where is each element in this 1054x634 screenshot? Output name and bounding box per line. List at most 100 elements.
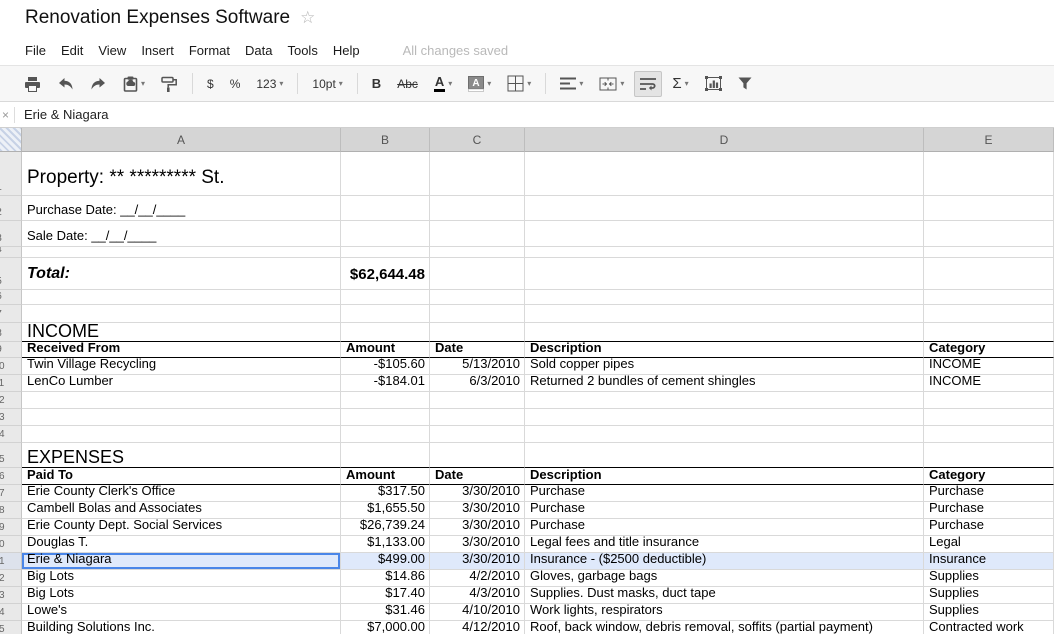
menu-item-data[interactable]: Data xyxy=(245,43,272,58)
cell-C13[interactable] xyxy=(430,409,525,426)
cell-C6[interactable] xyxy=(430,290,525,305)
cell-E11[interactable]: INCOME xyxy=(924,375,1054,392)
chart-button[interactable] xyxy=(699,71,728,97)
select-all-corner[interactable] xyxy=(0,128,22,152)
row-header-4[interactable]: 4 xyxy=(0,247,22,258)
row-header-20[interactable]: 20 xyxy=(0,536,22,553)
cell-E24[interactable]: Supplies xyxy=(924,604,1054,621)
cell-A1[interactable]: Property: ** ********* St. xyxy=(22,152,341,196)
cell-B7[interactable] xyxy=(341,305,430,323)
row-header-9[interactable]: 9 xyxy=(0,342,22,358)
cell-B10[interactable]: -$105.60 xyxy=(341,358,430,375)
cell-D12[interactable] xyxy=(525,392,924,409)
cell-E6[interactable] xyxy=(924,290,1054,305)
cell-B14[interactable] xyxy=(341,426,430,443)
cell-E20[interactable]: Legal xyxy=(924,536,1054,553)
cell-B12[interactable] xyxy=(341,392,430,409)
cell-B17[interactable]: $317.50 xyxy=(341,485,430,502)
cell-D3[interactable] xyxy=(525,221,924,247)
redo-button[interactable] xyxy=(84,71,113,97)
row-header-1[interactable]: 1 xyxy=(0,152,22,196)
cell-D7[interactable] xyxy=(525,305,924,323)
cell-A13[interactable] xyxy=(22,409,341,426)
cell-A8[interactable]: INCOME xyxy=(22,323,341,342)
cell-C7[interactable] xyxy=(430,305,525,323)
cell-C22[interactable]: 4/2/2010 xyxy=(430,570,525,587)
cell-A16[interactable]: Paid To xyxy=(22,468,341,485)
row-header-18[interactable]: 18 xyxy=(0,502,22,519)
cell-D19[interactable]: Purchase xyxy=(525,519,924,536)
row-header-6[interactable]: 6 xyxy=(0,290,22,305)
cell-A14[interactable] xyxy=(22,426,341,443)
cell-E18[interactable]: Purchase xyxy=(924,502,1054,519)
row-header-2[interactable]: 2 xyxy=(0,196,22,221)
cell-E4[interactable] xyxy=(924,247,1054,258)
document-title[interactable]: Renovation Expenses Software xyxy=(25,7,290,29)
cell-D24[interactable]: Work lights, respirators xyxy=(525,604,924,621)
row-header-7[interactable]: 7 xyxy=(0,305,22,323)
fill-color-button[interactable]: A▾ xyxy=(462,71,497,97)
cell-D22[interactable]: Gloves, garbage bags xyxy=(525,570,924,587)
star-icon[interactable]: ☆ xyxy=(300,7,315,29)
number-format-button[interactable]: 123▾ xyxy=(250,71,289,97)
cell-D11[interactable]: Returned 2 bundles of cement shingles xyxy=(525,375,924,392)
cell-A12[interactable] xyxy=(22,392,341,409)
borders-button[interactable]: ▾ xyxy=(501,71,537,97)
cell-C21[interactable]: 3/30/2010 xyxy=(430,553,525,570)
cell-B4[interactable] xyxy=(341,247,430,258)
column-header-B[interactable]: B xyxy=(341,128,430,152)
cell-B21[interactable]: $499.00 xyxy=(341,553,430,570)
cell-D13[interactable] xyxy=(525,409,924,426)
cell-D9[interactable]: Description xyxy=(525,342,924,358)
cell-A2[interactable]: Purchase Date: __/__/____ xyxy=(22,196,341,221)
row-header-21[interactable]: 21 xyxy=(0,553,22,570)
menu-item-format[interactable]: Format xyxy=(189,43,230,58)
cell-C24[interactable]: 4/10/2010 xyxy=(430,604,525,621)
row-header-22[interactable]: 22 xyxy=(0,570,22,587)
cell-C10[interactable]: 5/13/2010 xyxy=(430,358,525,375)
cell-C12[interactable] xyxy=(430,392,525,409)
cell-B3[interactable] xyxy=(341,221,430,247)
cell-A15[interactable]: EXPENSES xyxy=(22,443,341,468)
close-icon[interactable]: × xyxy=(0,108,14,122)
cell-D16[interactable]: Description xyxy=(525,468,924,485)
cell-D25[interactable]: Roof, back window, debris removal, soffi… xyxy=(525,621,924,634)
cell-A6[interactable] xyxy=(22,290,341,305)
cell-C23[interactable]: 4/3/2010 xyxy=(430,587,525,604)
cell-B13[interactable] xyxy=(341,409,430,426)
cell-B1[interactable] xyxy=(341,152,430,196)
row-header-23[interactable]: 23 xyxy=(0,587,22,604)
cell-A3[interactable]: Sale Date: __/__/____ xyxy=(22,221,341,247)
cell-A5[interactable]: Total: xyxy=(22,258,341,290)
cell-C14[interactable] xyxy=(430,426,525,443)
row-header-10[interactable]: 10 xyxy=(0,358,22,375)
cell-E8[interactable] xyxy=(924,323,1054,342)
column-header-A[interactable]: A xyxy=(22,128,341,152)
cell-D17[interactable]: Purchase xyxy=(525,485,924,502)
cell-D2[interactable] xyxy=(525,196,924,221)
cell-B2[interactable] xyxy=(341,196,430,221)
cell-E25[interactable]: Contracted work xyxy=(924,621,1054,634)
menu-item-view[interactable]: View xyxy=(98,43,126,58)
undo-button[interactable] xyxy=(51,71,80,97)
cell-D15[interactable] xyxy=(525,443,924,468)
row-header-13[interactable]: 13 xyxy=(0,409,22,426)
currency-format-button[interactable]: $ xyxy=(201,71,220,97)
cell-D5[interactable] xyxy=(525,258,924,290)
cell-E14[interactable] xyxy=(924,426,1054,443)
cell-D4[interactable] xyxy=(525,247,924,258)
cell-D20[interactable]: Legal fees and title insurance xyxy=(525,536,924,553)
cell-C3[interactable] xyxy=(430,221,525,247)
cell-B9[interactable]: Amount xyxy=(341,342,430,358)
row-header-16[interactable]: 16 xyxy=(0,468,22,485)
strikethrough-button[interactable]: Abc xyxy=(391,71,424,97)
functions-button[interactable]: Σ▾ xyxy=(666,71,694,97)
cell-A24[interactable]: Lowe's xyxy=(22,604,341,621)
cell-E16[interactable]: Category xyxy=(924,468,1054,485)
filter-button[interactable] xyxy=(732,71,758,97)
cell-B11[interactable]: -$184.01 xyxy=(341,375,430,392)
cell-B19[interactable]: $26,739.24 xyxy=(341,519,430,536)
cell-A10[interactable]: Twin Village Recycling xyxy=(22,358,341,375)
text-color-button[interactable]: A▾ xyxy=(428,71,458,97)
cell-B16[interactable]: Amount xyxy=(341,468,430,485)
